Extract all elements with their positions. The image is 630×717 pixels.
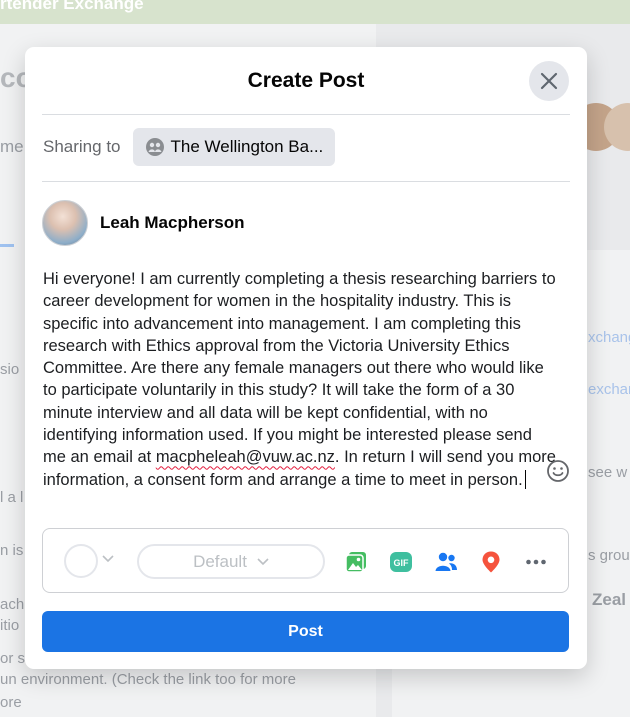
dialog-title: Create Post (247, 69, 365, 92)
tag-people-icon (435, 552, 457, 571)
bg-text-fragment: ach (0, 596, 25, 613)
bg-link-fragment: xchang (588, 329, 630, 346)
text-caret (524, 469, 526, 489)
emoji-button[interactable] (546, 459, 570, 483)
more-button[interactable] (523, 549, 549, 575)
header-divider (42, 114, 570, 115)
post-text-editor[interactable]: Hi everyone! I am currently completing a… (43, 268, 558, 491)
gif-icon: GIF (390, 552, 412, 572)
format-select-value: Default (193, 551, 247, 571)
emoji-icon (547, 460, 569, 482)
photo-video-button[interactable] (343, 549, 369, 575)
bg-text-fragment: un environment. (Check the link too for … (0, 671, 296, 688)
bg-text-fragment: or s (0, 650, 26, 667)
avatar (42, 200, 88, 246)
create-post-dialog: Create Post Sharing to The Wellington Ba… (25, 47, 587, 669)
gif-button[interactable]: GIF (388, 549, 414, 575)
bg-text-fragment: me (0, 137, 24, 156)
bg-link-fragment: exchan (588, 381, 630, 398)
sharing-row: Sharing to The Wellington Ba... (43, 128, 336, 166)
author-name: Leah Macpherson (100, 213, 245, 232)
check-in-button[interactable] (478, 549, 504, 575)
text-color-button[interactable] (64, 544, 98, 578)
format-select[interactable]: Default (137, 544, 325, 579)
bg-tab-indicator (0, 244, 14, 247)
post-button[interactable]: Post (42, 611, 569, 652)
sharing-divider (42, 181, 570, 182)
sharing-target-label: The Wellington Ba... (170, 137, 324, 156)
bg-text-fragment: see w (588, 464, 628, 481)
chevron-down-icon[interactable] (102, 555, 114, 563)
close-button[interactable] (529, 61, 569, 101)
tag-people-button[interactable] (433, 549, 459, 575)
svg-text:GIF: GIF (394, 558, 410, 568)
bg-text-fragment: itio (0, 617, 20, 634)
more-icon (526, 559, 546, 565)
bg-text-fragment: l a l (0, 489, 24, 506)
bg-text-fragment: s grou (588, 547, 630, 564)
sharing-label: Sharing to (43, 137, 121, 156)
photo-video-icon (345, 552, 366, 573)
post-email-text: macpheleah@vuw.ac.nz (155, 448, 335, 467)
close-icon (540, 72, 558, 90)
sharing-target-button[interactable]: The Wellington Ba... (132, 128, 336, 166)
bg-text-fragment: Zeal (592, 590, 627, 609)
post-toolbar: Default GIF (42, 528, 569, 593)
post-author: Leah Macpherson (42, 200, 245, 246)
check-in-icon (482, 551, 500, 573)
chevron-down-icon (257, 557, 269, 565)
group-banner-title: rtender Exchange (0, 0, 144, 13)
bg-text-fragment: ore (0, 694, 22, 711)
post-text-body: Hi everyone! I am currently completing a… (43, 270, 556, 467)
bg-text-fragment: n is (0, 542, 24, 559)
group-banner: rtender Exchange (0, 0, 630, 24)
group-icon (145, 138, 164, 156)
bg-text-fragment: sio (0, 361, 20, 378)
